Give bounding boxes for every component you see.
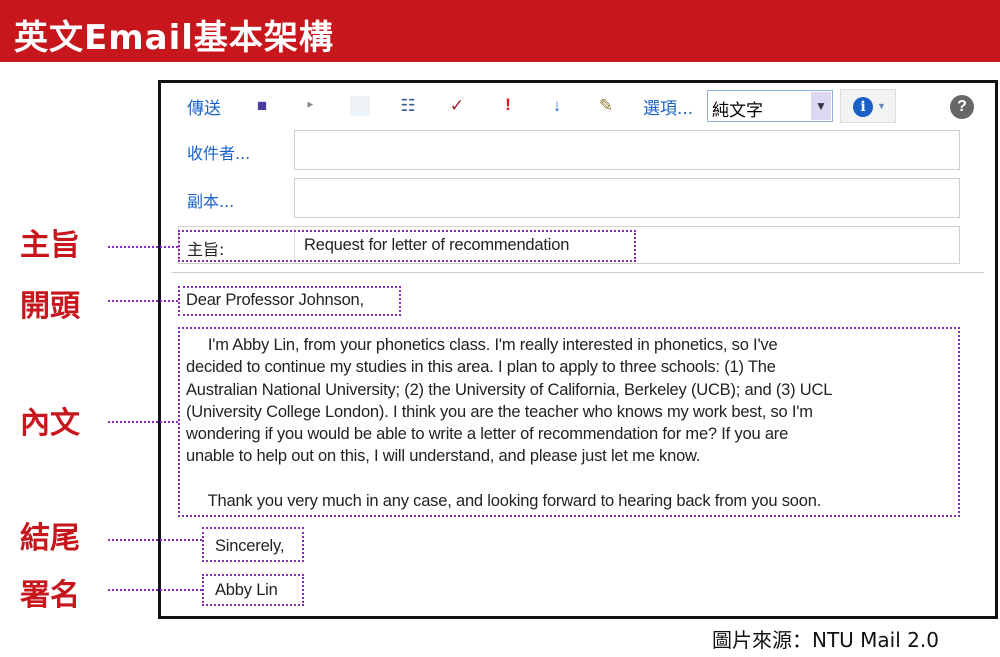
image-source-caption: 圖片來源：NTU Mail 2.0: [712, 628, 939, 652]
annotation-subject: 主旨: [20, 228, 80, 263]
format-select-value: 純文字: [712, 101, 763, 121]
image-icon[interactable]: [350, 96, 370, 116]
options-button[interactable]: 選項...: [643, 94, 693, 119]
cc-button[interactable]: 副本...: [187, 188, 234, 212]
header-banner: 英文Email基本架構: [0, 0, 1000, 62]
subject-highlight: [178, 230, 636, 262]
body-highlight: [178, 327, 960, 517]
to-button[interactable]: 收件者...: [187, 140, 250, 164]
annotation-body: 內文: [20, 406, 80, 441]
save-icon[interactable]: ■: [252, 96, 272, 116]
spell-check-icon[interactable]: ✓: [447, 96, 467, 116]
format-select[interactable]: 純文字 ▼: [707, 90, 833, 122]
connector-subject: [108, 246, 178, 248]
send-button[interactable]: 傳送: [187, 94, 221, 119]
signature-highlight: [202, 574, 304, 606]
info-icon: i: [853, 97, 873, 117]
connector-closing: [108, 539, 202, 541]
annotation-signature: 署名: [20, 578, 80, 613]
connector-body: [108, 421, 178, 423]
high-importance-icon[interactable]: !: [498, 95, 518, 115]
connector-signature: [108, 589, 202, 591]
cc-input[interactable]: [294, 178, 960, 218]
help-icon[interactable]: ?: [950, 95, 974, 119]
opening-highlight: [178, 286, 401, 316]
dropdown-arrow-icon: ▼: [877, 101, 886, 111]
body-separator: [172, 272, 984, 273]
chevron-down-icon: ▼: [811, 92, 831, 120]
info-button[interactable]: i ▼: [840, 89, 896, 123]
to-input[interactable]: [294, 130, 960, 170]
attach-icon[interactable]: ‣: [300, 96, 320, 116]
annotation-opening: 開頭: [20, 289, 80, 324]
signature-icon[interactable]: ✎: [596, 96, 616, 116]
connector-opening: [108, 300, 178, 302]
page-title: 英文Email基本架構: [14, 18, 334, 58]
annotation-closing: 結尾: [20, 521, 80, 556]
low-importance-icon[interactable]: ↓: [547, 96, 567, 116]
address-book-icon[interactable]: ☷: [398, 96, 418, 116]
closing-highlight: [202, 527, 304, 562]
